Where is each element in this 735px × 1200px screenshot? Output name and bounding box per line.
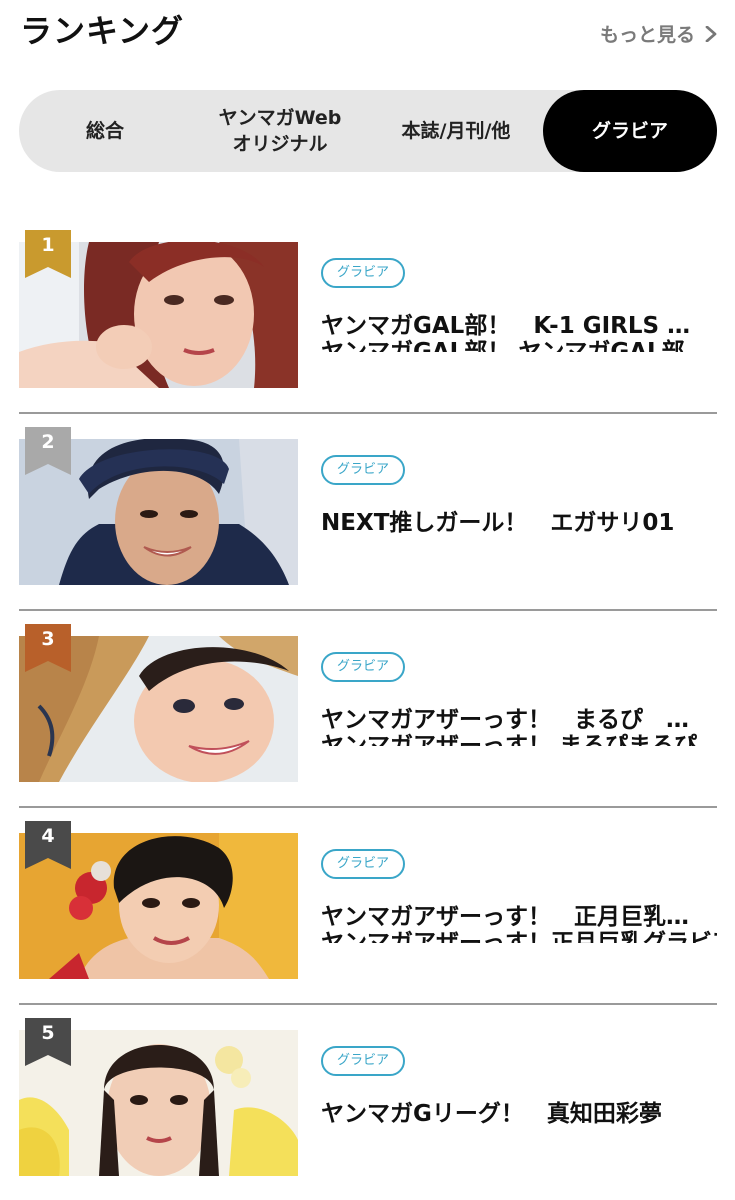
item-subtitle: ヤンマガアザーっす！正月巨乳グラビア [321,929,717,944]
ranking-list: 1 グラビア ヤンマガGAL部！ K-1 GIRLS … ヤンマガGAL部！ ヤ… [19,230,717,1200]
item-title: ヤンマガGAL部！ K-1 GIRLS … [321,313,691,339]
divider [19,806,717,808]
item-title: NEXT推しガール！ エガサリ01 [321,510,675,536]
category-tag: グラビア [321,1046,406,1076]
rank-number: 5 [41,1022,55,1044]
ranking-item[interactable]: 3 グラビア ヤンマガアザーっす！ まるぴ … ヤンマガアザーっす！ まるぴまる… [19,624,717,833]
tab-gravure[interactable]: グラビア [543,90,717,172]
item-subtitle-text: ヤンマガアザーっす！ まるぴまるぴ [321,733,698,747]
rank-number: 4 [41,825,55,847]
more-link[interactable]: もっと見る [600,20,717,47]
item-subtitle-text: ヤンマガアザーっす！正月巨乳グラビア [321,930,717,944]
divider [19,412,717,414]
rank-number: 3 [41,628,55,650]
item-title: ヤンマガアザーっす！ まるぴ … [321,707,689,733]
rank-badge: 1 [25,230,71,278]
more-link-label: もっと見る [599,24,695,46]
ranking-item[interactable]: 2 グラビア NEXT推しガール！ エガサリ01 [19,427,717,636]
item-title: ヤンマガGリーグ！ 真知田彩夢 [321,1101,662,1127]
item-subtitle: ヤンマガアザーっす！ まるぴまるぴ [321,732,717,747]
ranking-item[interactable]: 1 グラビア ヤンマガGAL部！ K-1 GIRLS … ヤンマガGAL部！ ヤ… [19,230,717,439]
header: ランキング もっと見る [0,0,735,60]
category-tabs: 総合 ヤンマガWeb オリジナル 本誌/月刊/他 グラビア [19,90,717,172]
tab-overall[interactable]: 総合 [19,90,191,172]
item-title: ヤンマガアザーっす！ 正月巨乳… [321,904,689,930]
ranking-item[interactable]: 5 グラビア ヤンマガGリーグ！ 真知田彩夢 [19,1018,717,1200]
category-tag: グラビア [321,652,406,682]
divider [19,1003,717,1005]
divider [19,609,717,611]
tab-web-original[interactable]: ヤンマガWeb オリジナル [191,90,369,172]
chevron-right-icon [705,25,717,42]
category-tag: グラビア [321,455,406,485]
item-subtitle-text: ヤンマガGAL部！ ヤンマガGAL部 [321,339,685,353]
ranking-item[interactable]: 4 グラビア ヤンマガアザーっす！ 正月巨乳… ヤンマガアザーっす！正月巨乳グラ… [19,821,717,1030]
rank-badge: 5 [25,1018,71,1066]
tab-magazine[interactable]: 本誌/月刊/他 [369,90,543,172]
category-tag: グラビア [321,258,406,288]
rank-badge: 4 [25,821,71,869]
page-title: ランキング [20,12,185,50]
rank-badge: 2 [25,427,71,475]
rank-number: 1 [41,234,55,256]
rank-badge: 3 [25,624,71,672]
rank-number: 2 [41,431,55,453]
item-subtitle: ヤンマガGAL部！ ヤンマガGAL部 [321,338,717,353]
category-tag: グラビア [321,849,406,879]
